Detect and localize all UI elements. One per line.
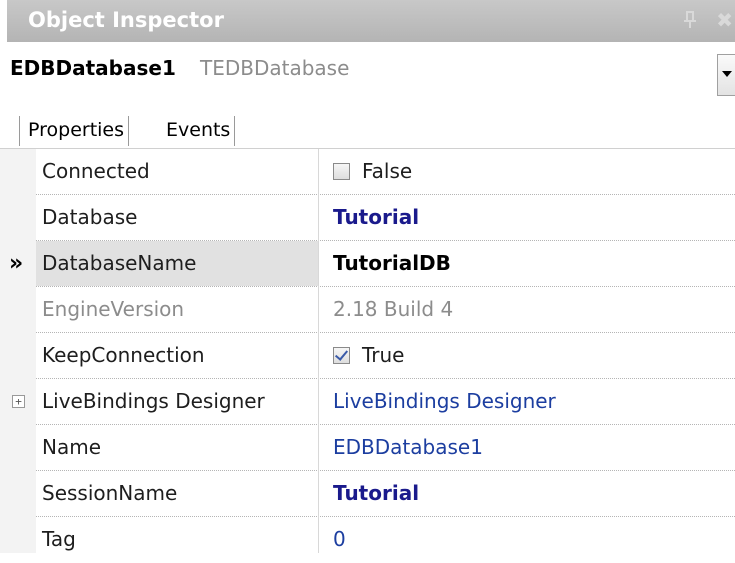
property-value[interactable]: LiveBindings Designer <box>333 379 556 424</box>
property-value[interactable]: True <box>333 333 404 378</box>
property-row-engineversion[interactable]: EngineVersion 2.18 Build 4 <box>0 287 735 333</box>
object-selector[interactable]: EDBDatabase1 TEDBDatabase <box>0 42 735 96</box>
checkbox-unchecked-icon[interactable] <box>333 163 350 180</box>
property-value: 2.18 Build 4 <box>333 297 454 321</box>
column-divider[interactable] <box>318 149 319 553</box>
property-value[interactable]: Tutorial <box>333 471 419 516</box>
property-row-name[interactable]: Name EDBDatabase1 <box>0 425 735 471</box>
property-name: Tag <box>42 527 76 551</box>
window-title: Object Inspector <box>28 8 224 32</box>
property-name: EngineVersion <box>42 297 185 321</box>
expand-icon[interactable]: + <box>12 395 25 408</box>
property-row-connected[interactable]: Connected False <box>0 149 735 195</box>
property-value[interactable]: Tutorial <box>333 195 419 240</box>
property-row-database[interactable]: Database Tutorial <box>0 195 735 241</box>
selected-row-indicator: » <box>9 251 24 276</box>
property-row-databasename[interactable]: » DatabaseName TutorialDB <box>0 241 735 287</box>
property-row-livebindings-designer[interactable]: + LiveBindings Designer LiveBindings Des… <box>0 379 735 425</box>
property-grid: Connected False Database Tutorial » Data… <box>0 148 735 553</box>
property-value[interactable]: False <box>333 149 412 194</box>
property-name: Connected <box>42 159 150 183</box>
property-name: LiveBindings Designer <box>42 389 265 413</box>
checkbox-checked-icon[interactable] <box>333 347 350 364</box>
property-name: DatabaseName <box>42 251 197 275</box>
property-name: Name <box>42 435 102 459</box>
chevron-down-icon[interactable] <box>717 54 735 96</box>
inspector-title-bar[interactable]: Object Inspector ✖ <box>7 0 735 42</box>
tab-events[interactable]: Events <box>166 116 236 146</box>
property-name: SessionName <box>42 481 178 505</box>
property-value-text: True <box>362 343 405 367</box>
object-name: EDBDatabase1 <box>10 56 176 80</box>
inspector-tabs: Properties Events <box>0 104 735 148</box>
property-value[interactable]: EDBDatabase1 <box>333 425 483 470</box>
property-name: Database <box>42 205 138 229</box>
pin-icon[interactable] <box>683 10 697 30</box>
property-row-sessionname[interactable]: SessionName Tutorial <box>0 471 735 517</box>
property-value-text: False <box>362 159 413 183</box>
close-icon[interactable]: ✖ <box>716 8 733 32</box>
property-row-keepconnection[interactable]: KeepConnection True <box>0 333 735 379</box>
property-row-tag[interactable]: Tag 0 <box>0 517 735 563</box>
property-name: KeepConnection <box>42 343 205 367</box>
object-type: TEDBDatabase <box>200 56 350 80</box>
property-value[interactable]: TutorialDB <box>333 241 451 286</box>
property-value[interactable]: 0 <box>333 517 346 562</box>
tab-properties[interactable]: Properties <box>19 116 130 146</box>
